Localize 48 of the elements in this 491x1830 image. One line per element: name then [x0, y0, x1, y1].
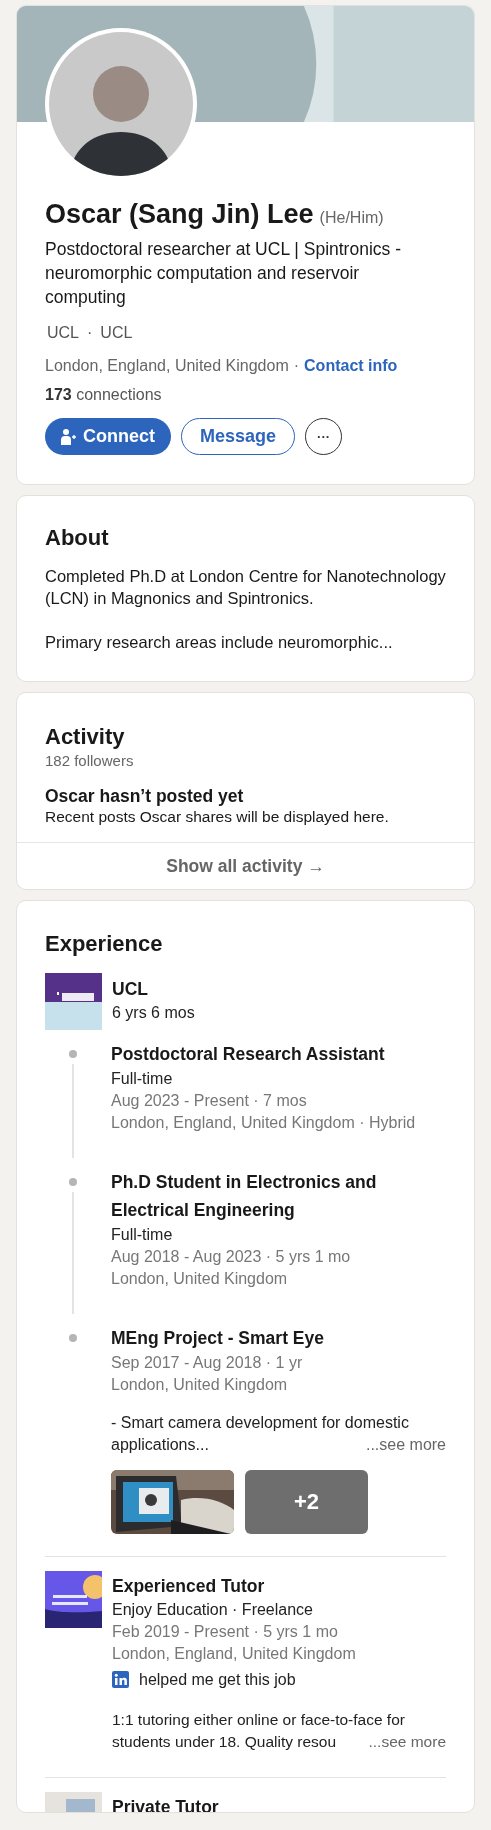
employment-type: Full-time — [111, 1224, 174, 1245]
connections-count[interactable]: 173 connections — [45, 385, 162, 403]
role-dates: Feb 2019 - Present · 5 yrs 1 mo — [112, 1621, 339, 1642]
role-location: London, England, United Kingdom · Hybrid — [111, 1112, 417, 1133]
see-more-link[interactable]: ...see more — [368, 1730, 446, 1753]
headline: Postdoctoral researcher at UCL | Spintronics - neuromorphic computation and reservoir computing — [45, 237, 402, 309]
profile-name: Oscar (Sang Jin) Lee — [45, 198, 314, 231]
role-location: London, England, United Kingdom — [112, 1643, 357, 1664]
empty-state-title: Oscar hasn’t posted yet — [45, 784, 245, 807]
organization-label[interactable]: UCL — [100, 320, 133, 345]
company-logo — [45, 1570, 102, 1628]
university-logo — [45, 972, 102, 1030]
role-title: MEng Project - Smart Eye — [111, 1326, 325, 1350]
company-name: UCL — [112, 977, 149, 1001]
section-title: About — [45, 523, 110, 552]
role-description: 1:1 tutoring either online or face-to-face for students under 18. Quality resou ...see more — [112, 1708, 454, 1753]
section-title: Activity — [45, 722, 126, 751]
show-all-activity-link[interactable]: Show all activity → — [166, 852, 325, 879]
employment-type: Full-time — [111, 1068, 174, 1089]
helped-text: helped me get this job — [139, 1669, 296, 1690]
more-count: +2 — [293, 1488, 320, 1516]
role-description: - Smart camera development for domestic applications... ...see more — [111, 1411, 446, 1456]
connect-button[interactable]: Connect — [45, 417, 171, 455]
role-dates: Aug 2023 - Present · 7 mos — [111, 1090, 308, 1111]
about-text: Completed Ph.D at London Centre for Nanotechnology (LCN) in Magnonics and Spintronics. — [45, 565, 446, 609]
empty-state-text: Recent posts Oscar shares will be displayed here. — [45, 806, 390, 827]
company-duration: 6 yrs 6 mos — [112, 1002, 195, 1023]
pronouns: (He/Him) — [319, 208, 384, 228]
followers-count: 182 followers — [45, 750, 135, 771]
about-text: Primary research areas include neuromorphic... — [45, 631, 394, 653]
contact-info-link[interactable]: Contact info — [304, 356, 398, 374]
role-title: Ph.D Student in Electronics and Electrical Engineering — [111, 1170, 378, 1222]
linkedin-icon — [112, 1671, 129, 1688]
role-dates: Sep 2017 - Aug 2018 · 1 yr — [111, 1352, 304, 1373]
location-text: London, England, United Kingdom — [45, 356, 289, 374]
separator-dot: · — [293, 356, 300, 374]
separator-dot: · — [87, 322, 93, 343]
add-person-icon — [61, 427, 77, 445]
company-name: Enjoy Education · Freelance — [112, 1599, 314, 1620]
role-title: Postdoctoral Research Assistant — [111, 1042, 386, 1066]
see-more-link[interactable]: ...see more — [365, 1433, 446, 1456]
section-title: Experience — [45, 929, 164, 958]
organization-label[interactable]: UCL — [47, 320, 79, 345]
media-thumbnail[interactable]: +2 — [245, 1469, 368, 1534]
role-title: Experienced Tutor — [112, 1574, 266, 1598]
role-location: London, United Kingdom — [111, 1374, 289, 1395]
role-location: London, United Kingdom — [111, 1268, 289, 1289]
role-dates: Aug 2018 - Aug 2023 · 5 yrs 1 mo — [111, 1246, 352, 1267]
